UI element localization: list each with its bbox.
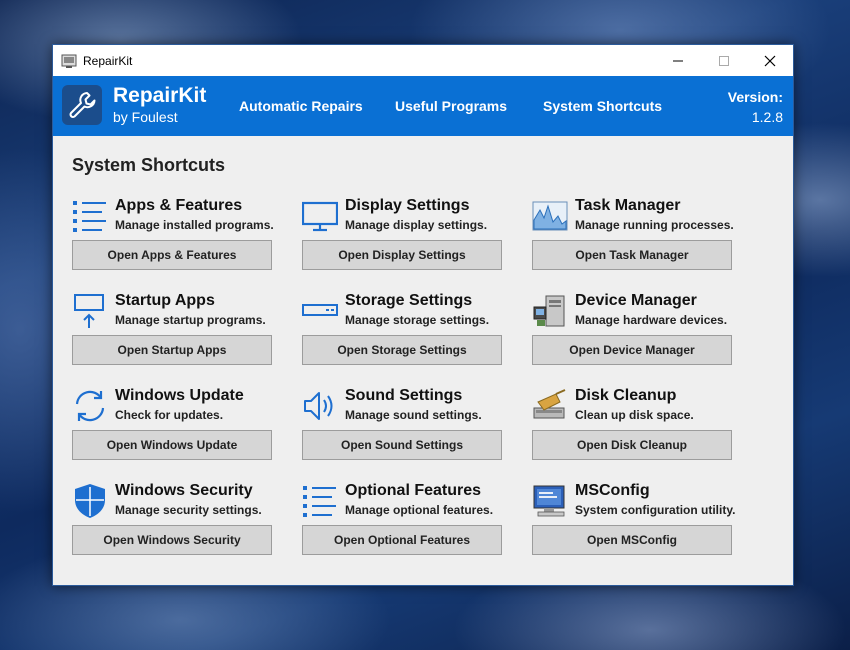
nav-useful-programs[interactable]: Useful Programs	[395, 98, 507, 114]
close-icon	[764, 55, 776, 66]
open-display-settings-button[interactable]: Open Display Settings	[302, 240, 502, 270]
msconfig-icon	[533, 485, 565, 517]
open-task-manager-button[interactable]: Open Task Manager	[532, 240, 732, 270]
card-description: Clean up disk space.	[575, 408, 694, 422]
card-title: Sound Settings	[345, 387, 463, 404]
card-title: Windows Update	[115, 387, 244, 404]
refresh-icon	[75, 390, 105, 422]
card-title: Startup Apps	[115, 292, 215, 309]
card-title: Apps & Features	[115, 197, 243, 214]
open-device-manager-button[interactable]: Open Device Manager	[532, 335, 732, 365]
open-disk-cleanup-button[interactable]: Open Disk Cleanup	[532, 430, 732, 460]
monitor-icon	[302, 201, 338, 232]
maximize-button[interactable]	[701, 45, 747, 76]
close-button[interactable]	[747, 45, 793, 76]
card-description: Manage hardware devices.	[575, 313, 728, 327]
app-window: RepairKit RepairKit by Foulest Automatic…	[52, 44, 794, 586]
card-description: Manage startup programs.	[115, 313, 266, 327]
minimize-icon	[673, 60, 683, 61]
maximize-icon	[719, 55, 729, 66]
card-description: Manage display settings.	[345, 218, 488, 232]
card-title: Storage Settings	[345, 292, 473, 309]
version-number: 1.2.8	[751, 109, 783, 125]
device-manager-icon	[533, 295, 565, 327]
open-storage-settings-button[interactable]: Open Storage Settings	[302, 335, 502, 365]
performance-graph-icon	[532, 201, 568, 231]
card-title: Display Settings	[345, 197, 470, 214]
open-windows-update-button[interactable]: Open Windows Update	[72, 430, 272, 460]
open-optional-features-button[interactable]: Open Optional Features	[302, 525, 502, 555]
app-icon	[61, 54, 77, 68]
card-title: Disk Cleanup	[575, 387, 677, 404]
open-sound-settings-button[interactable]: Open Sound Settings	[302, 430, 502, 460]
shield-icon	[75, 484, 105, 518]
nav-automatic-repairs[interactable]: Automatic Repairs	[239, 98, 363, 114]
card-description: Manage optional features.	[345, 503, 494, 517]
title-bar[interactable]: RepairKit	[53, 45, 793, 76]
app-header: RepairKit by Foulest Automatic Repairs U…	[53, 76, 793, 136]
app-name: RepairKit	[113, 84, 207, 107]
startup-icon	[74, 294, 104, 328]
card-title: Device Manager	[575, 292, 697, 309]
window-title: RepairKit	[83, 53, 133, 68]
wrench-icon	[69, 92, 96, 118]
nav-system-shortcuts[interactable]: System Shortcuts	[543, 98, 662, 114]
list-icon	[73, 201, 106, 232]
app-logo	[62, 85, 102, 125]
card-description: Manage security settings.	[115, 503, 262, 517]
drive-icon	[302, 304, 338, 316]
card-description: System configuration utility.	[575, 503, 736, 517]
section-title: System Shortcuts	[72, 155, 226, 175]
open-windows-security-button[interactable]: Open Windows Security	[72, 525, 272, 555]
minimize-button[interactable]	[655, 45, 701, 76]
speaker-icon	[304, 392, 333, 420]
open-apps-features-button[interactable]: Open Apps & Features	[72, 240, 272, 270]
card-description: Manage installed programs.	[115, 218, 274, 232]
card-description: Check for updates.	[115, 408, 224, 422]
disk-cleanup-icon	[533, 389, 566, 419]
version-label: Version:	[727, 89, 783, 105]
card-description: Manage running processes.	[575, 218, 734, 232]
card-title: MSConfig	[575, 482, 650, 499]
app-byline: by Foulest	[113, 109, 178, 125]
card-description: Manage storage settings.	[345, 313, 490, 327]
list-icon	[303, 486, 336, 517]
card-title: Optional Features	[345, 482, 482, 499]
open-msconfig-button[interactable]: Open MSConfig	[532, 525, 732, 555]
card-title: Windows Security	[115, 482, 253, 499]
open-startup-apps-button[interactable]: Open Startup Apps	[72, 335, 272, 365]
card-title: Task Manager	[575, 197, 681, 214]
card-description: Manage sound settings.	[345, 408, 482, 422]
